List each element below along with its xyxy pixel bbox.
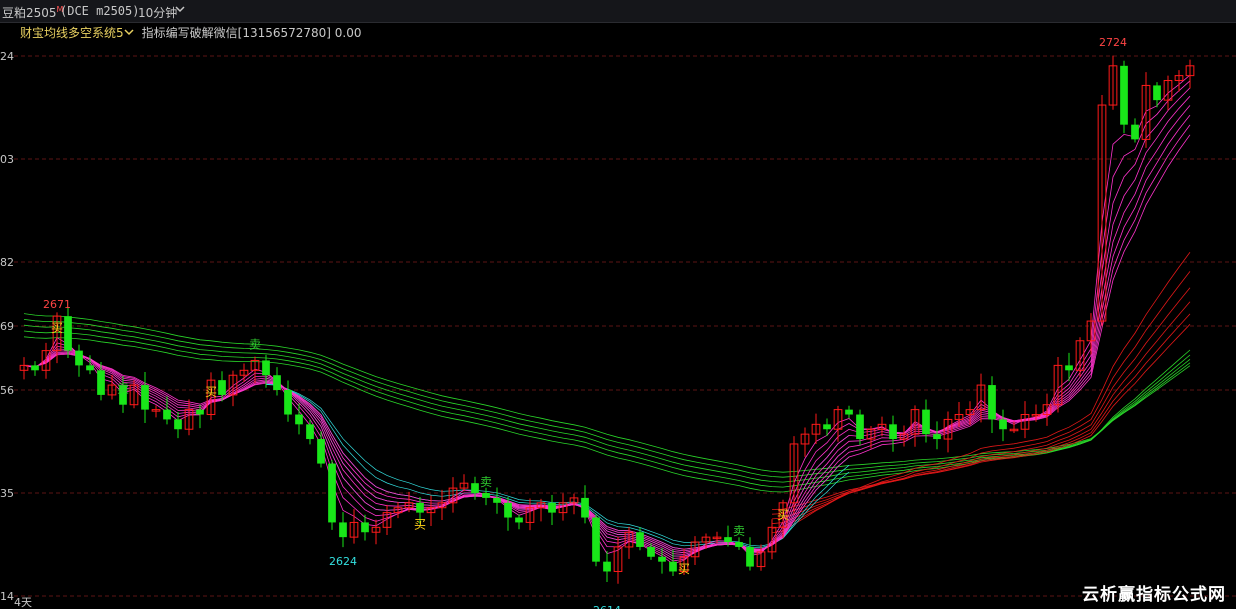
candle-body [515,517,523,523]
cyan-ma-line [265,377,850,557]
candle-body [339,522,347,538]
candle-body [361,522,369,533]
sell-signal: 卖 [480,475,492,489]
candle-body [141,385,149,410]
y-tick-label: 56 [0,384,14,397]
sell-signal: 卖 [733,524,745,538]
candle-body [999,419,1007,430]
y-tick-label: 69 [0,320,14,333]
candle-body [1131,124,1139,140]
cyan-ma-line [265,383,850,549]
magenta-ma-line [23,80,1191,562]
candle-body [493,497,501,503]
candle-body [328,463,336,523]
candle-body [922,409,930,435]
candle-body [603,561,611,572]
buy-signal: 买 [414,518,426,532]
y-tick-label: 35 [0,487,14,500]
period-selector[interactable]: 10分钟 [138,4,177,21]
candle-body [1065,365,1073,371]
symbol-name[interactable]: 豆粕2505M [2,4,63,21]
candle-body [1153,85,1161,101]
candle-body [174,419,182,430]
cyan-ma-line [265,380,850,554]
candle-body [64,316,72,351]
buy-signal: 买 [777,508,789,522]
buy-signal: 买 [678,562,690,576]
moving-average-ribbons [23,74,1191,565]
green-ma-line [23,313,1191,473]
candle-body [416,502,424,513]
candle-body [504,502,512,518]
symbol-code: (DCE m2505) [60,4,140,18]
candle-body [592,517,600,562]
candle-body [317,439,325,464]
price-low-label: 2614 [593,604,621,609]
y-axis-ticks: 24 03 82 69 56 35 14 [0,50,14,603]
candle-body [581,497,589,518]
candlestick-chart[interactable]: 24038269563514 买买买买买卖卖卖卖 267126242614272… [0,22,1236,609]
sell-signal: 卖 [117,382,129,396]
sell-signal: 卖 [249,337,261,351]
candle-body [31,365,39,371]
price-high-label: 2671 [43,298,71,311]
candle-body [988,385,996,420]
green-ma-line [23,319,1191,478]
candle-body [262,360,270,376]
y-tick-label: 14 [0,590,14,603]
magenta-ma-line [23,124,1191,552]
y-tick-label: 82 [0,256,14,269]
candle-body [746,546,754,567]
chevron-down-icon[interactable] [175,3,185,17]
candle-body [933,434,941,440]
candle-body [295,414,303,425]
corner-label: 4天 [14,596,32,609]
candle-body [163,409,171,420]
candle-body [823,424,831,430]
price-low-label: 2624 [329,555,357,568]
candle-body [471,483,479,493]
candle-body [273,375,281,390]
candle-body [482,493,490,498]
y-tick-label: 03 [0,153,14,166]
magenta-ma-line [23,74,1191,565]
candle-body [669,561,677,572]
candle-body [75,350,83,366]
watermark: 云析赢指标公式网 [1082,585,1226,605]
trade-signals: 买买买买买卖卖卖卖 [51,321,789,576]
candle-body [196,409,204,415]
cyan-ma-line [265,382,850,550]
magenta-ma-line [23,105,1191,555]
candle-body [636,532,644,547]
top-toolbar: 豆粕2505M (DCE m2505) 10分钟 [0,0,1236,23]
candle-body [1120,65,1128,125]
candle-body [735,542,743,547]
candle-body [306,424,314,440]
candle-body [856,414,864,440]
candles [19,55,1195,584]
candle-body [97,370,105,395]
price-grid [14,55,1236,597]
magenta-ma-line [23,87,1191,559]
candle-body [86,365,94,371]
y-tick-label: 24 [0,50,14,63]
buy-signal: 买 [51,321,63,335]
price-high-label: 2724 [1099,36,1127,49]
candle-body [658,556,666,562]
buy-signal: 买 [205,385,217,399]
candle-body [218,380,226,395]
magenta-ma-line [23,114,1191,554]
candle-body [845,409,853,415]
candle-body [724,537,732,543]
candle-body [647,546,655,557]
candle-body [548,502,556,513]
candle-body [284,390,292,415]
magenta-ma-line [23,134,1191,550]
candle-body [889,424,897,440]
